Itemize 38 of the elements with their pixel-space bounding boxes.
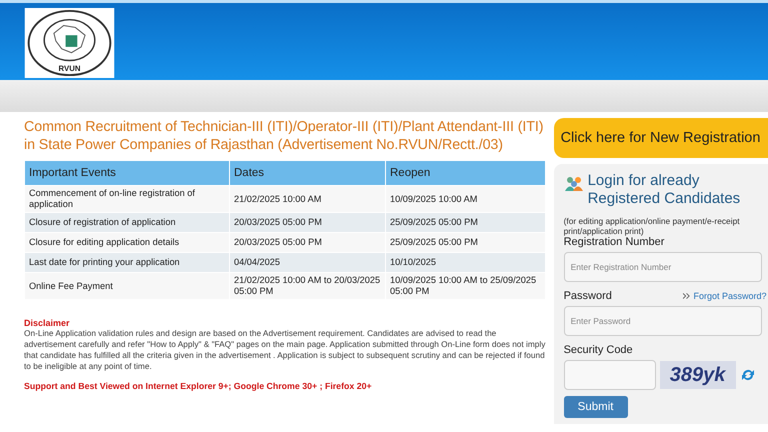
forgot-password-link[interactable]: Forgot Password? [694,291,767,301]
submit-button[interactable]: Submit [564,396,628,418]
captcha-image: 389yk [660,361,736,389]
table-cell: 10/10/2025 [386,253,545,272]
table-cell: Last date for printing your application [25,253,229,272]
disclaimer-text: On-Line Application validation rules and design are based on the Advertisement requirement. Candidates are advised to read the advertisement carefully and refer "How to Apply" & "FAQ" pages on the main page. Application submitted through On-Line form does not imply that candidate has fulfilled all the criteria given in the advertisement . Application is subject to subsequent scrutiny and can be rejected if found to be ineligible at any point of time. [24,328,546,372]
page-title: Common Recruitment of Technician-III (ITI)/Operator-III (ITI)/Plant Attendant-III (ITI) in State Power Companies of Rajasthan (Advertisement No.RVUN/Rectt./03) [24,118,544,154]
table-cell: 10/09/2025 10:00 AM to 25/09/2025 05:00 PM [386,273,545,299]
double-chevron-icon [682,293,690,299]
login-note: (for editing application/online payment/e-receipt print/application print) [564,216,741,236]
column-header: Dates [230,161,385,185]
new-registration-button[interactable]: Click here for New Registration [554,118,768,158]
logo: RVUN [24,8,115,78]
table-cell: Online Fee Payment [25,273,229,299]
table-cell: 25/09/2025 05:00 PM [386,233,545,252]
table-cell: Commencement of on-line registration of application [25,186,229,212]
column-header: Important Events [25,161,229,185]
password-field[interactable]: Enter Password [564,306,762,336]
field-label: Security Code [564,344,634,356]
table-cell: 20/03/2025 05:00 PM [230,213,385,232]
disclaimer-heading: Disclaimer [24,318,71,328]
table-cell: 21/02/2025 10:00 AM [230,186,385,212]
users-icon [564,176,584,192]
table-cell: 20/03/2025 05:00 PM [230,233,385,252]
table-cell: 21/02/2025 10:00 AM to 20/03/2025 05:00 PM [230,273,385,299]
field-label: Registration Number [564,236,666,248]
field-label: Password [564,290,612,302]
table-cell: 04/04/2025 [230,253,385,272]
login-heading: Login for already Registered Candidates [588,172,742,208]
column-header: Reopen [386,161,545,185]
table-cell: Closure for editing application details [25,233,229,252]
security-code-field[interactable] [564,360,656,390]
table-cell: 10/09/2025 10:00 AM [386,186,545,212]
table-cell: 25/09/2025 05:00 PM [386,213,545,232]
registration-field[interactable]: Enter Registration Number [564,252,762,282]
support-note: Support and Best Viewed on Internet Explorer 9+; Google Chrome 30+ ; Firefox 20+ [24,381,373,391]
refresh-icon[interactable] [740,367,756,383]
table-cell: Closure of registration of application [25,213,229,232]
